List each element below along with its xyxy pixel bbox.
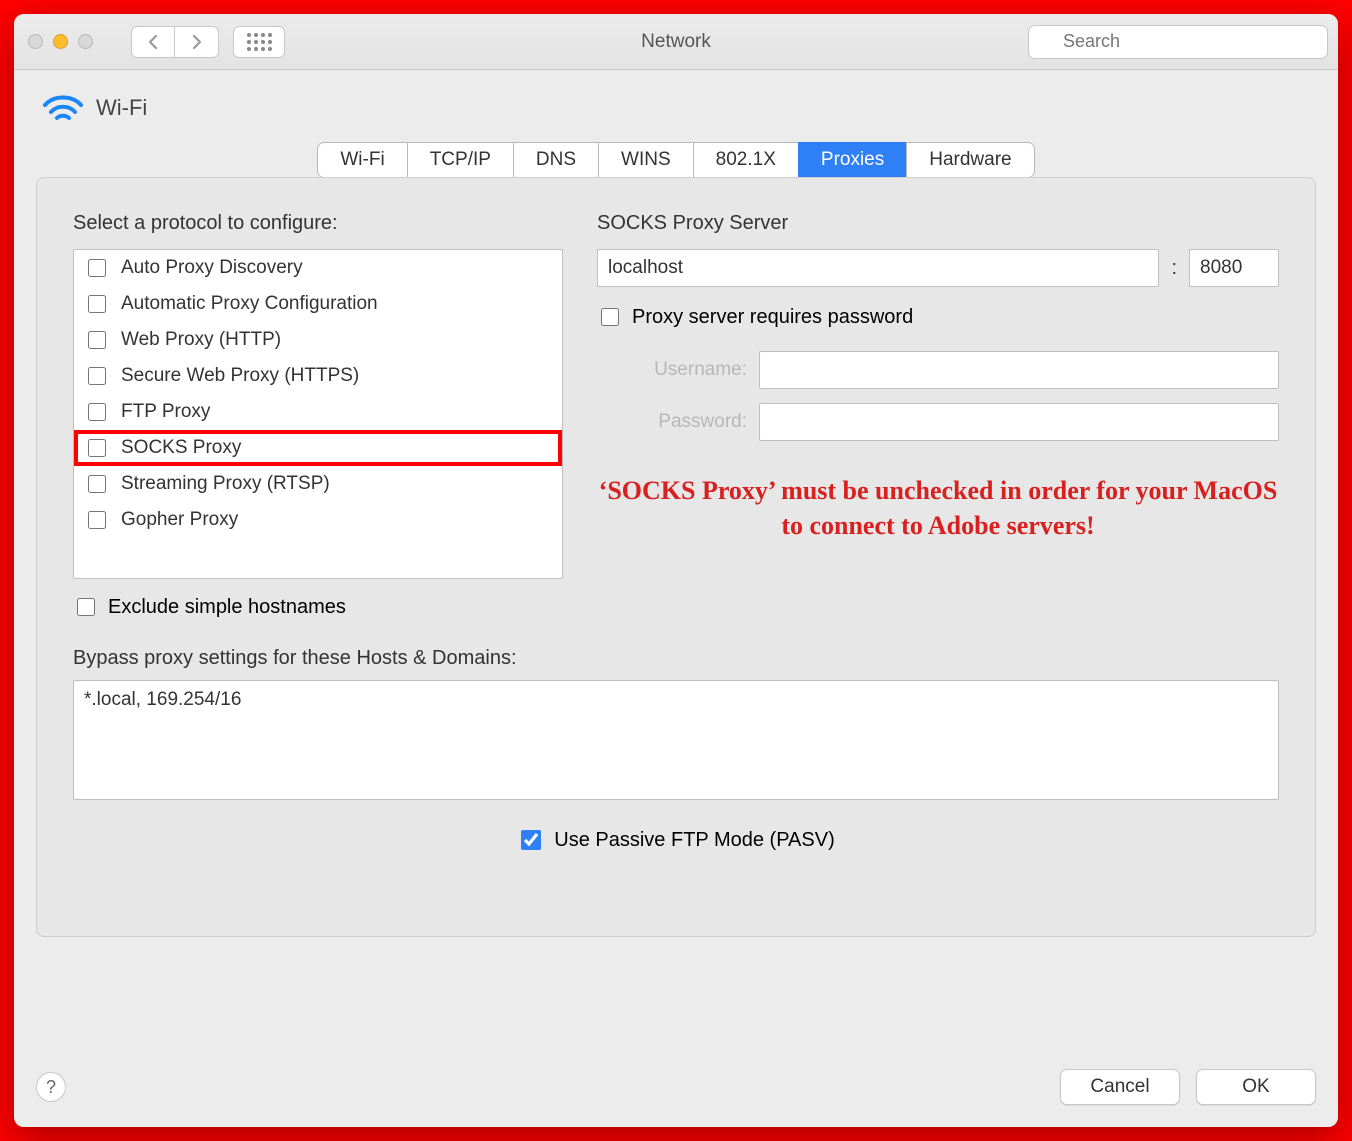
- panel-title: Wi-Fi: [96, 95, 147, 121]
- minimize-button[interactable]: [53, 34, 68, 49]
- pasv-label: Use Passive FTP Mode (PASV): [554, 829, 834, 852]
- exclude-simple-label: Exclude simple hostnames: [108, 596, 346, 619]
- protocol-label: Streaming Proxy (RTSP): [121, 473, 330, 495]
- proxies-panel: Select a protocol to configure: Auto Pro…: [36, 177, 1316, 937]
- protocol-checkbox[interactable]: [88, 259, 106, 277]
- tab-wins[interactable]: WINS: [598, 142, 694, 178]
- protocol-item[interactable]: SOCKS Proxy: [74, 430, 562, 466]
- protocol-checkbox[interactable]: [88, 439, 106, 457]
- tab-hardware[interactable]: Hardware: [906, 142, 1034, 178]
- traffic-lights: [28, 34, 93, 49]
- proxy-host-input[interactable]: [597, 249, 1159, 287]
- password-label: Password:: [597, 411, 747, 433]
- protocol-label: Gopher Proxy: [121, 509, 238, 531]
- back-button[interactable]: [131, 26, 175, 58]
- protocol-label: SOCKS Proxy: [121, 437, 241, 459]
- protocol-label: Secure Web Proxy (HTTPS): [121, 365, 359, 387]
- cancel-button[interactable]: Cancel: [1060, 1069, 1180, 1105]
- username-label: Username:: [597, 359, 747, 381]
- forward-button[interactable]: [175, 26, 219, 58]
- protocol-item[interactable]: Web Proxy (HTTP): [74, 322, 562, 358]
- bypass-label: Bypass proxy settings for these Hosts & …: [73, 647, 1279, 670]
- tab-bar: Wi-FiTCP/IPDNSWINS802.1XProxiesHardware: [36, 142, 1316, 178]
- protocol-checkbox[interactable]: [88, 475, 106, 493]
- protocol-checkbox[interactable]: [88, 403, 106, 421]
- protocol-select-label: Select a protocol to configure:: [73, 212, 563, 235]
- password-input[interactable]: [759, 403, 1279, 441]
- help-button[interactable]: ?: [36, 1072, 66, 1102]
- protocol-checkbox[interactable]: [88, 331, 106, 349]
- grid-icon: [247, 33, 272, 51]
- protocol-checkbox[interactable]: [88, 295, 106, 313]
- annotation-text: ‘SOCKS Proxy’ must be unchecked in order…: [597, 473, 1279, 543]
- protocol-list[interactable]: Auto Proxy Discovery Automatic Proxy Conf…: [73, 249, 563, 579]
- tab-wi-fi[interactable]: Wi-Fi: [317, 142, 407, 178]
- bypass-textarea[interactable]: [73, 680, 1279, 800]
- window-content: Wi-Fi Wi-FiTCP/IPDNSWINS802.1XProxiesHar…: [14, 70, 1338, 1127]
- proxy-port-input[interactable]: [1189, 249, 1279, 287]
- proxy-server-label: SOCKS Proxy Server: [597, 212, 1279, 235]
- protocol-label: Web Proxy (HTTP): [121, 329, 281, 351]
- requires-password-checkbox[interactable]: [601, 308, 619, 326]
- ok-button[interactable]: OK: [1196, 1069, 1316, 1105]
- protocol-checkbox[interactable]: [88, 511, 106, 529]
- protocol-label: Auto Proxy Discovery: [121, 257, 303, 279]
- preferences-window: Network Wi-: [14, 14, 1338, 1127]
- zoom-button[interactable]: [78, 34, 93, 49]
- protocol-checkbox[interactable]: [88, 367, 106, 385]
- window-toolbar: Network: [14, 14, 1338, 70]
- chevron-left-icon: [147, 34, 159, 50]
- protocol-label: FTP Proxy: [121, 401, 210, 423]
- window-title: Network: [641, 31, 711, 53]
- protocol-item[interactable]: Secure Web Proxy (HTTPS): [74, 358, 562, 394]
- show-all-button[interactable]: [233, 26, 285, 58]
- protocol-item[interactable]: FTP Proxy: [74, 394, 562, 430]
- tab-proxies[interactable]: Proxies: [798, 142, 907, 178]
- pasv-checkbox[interactable]: [521, 830, 541, 850]
- chevron-right-icon: [191, 34, 203, 50]
- host-port-separator: :: [1171, 257, 1177, 280]
- requires-password-label: Proxy server requires password: [632, 306, 913, 329]
- protocol-item[interactable]: Streaming Proxy (RTSP): [74, 466, 562, 502]
- exclude-simple-checkbox[interactable]: [77, 598, 95, 616]
- username-input[interactable]: [759, 351, 1279, 389]
- tab-dns[interactable]: DNS: [513, 142, 599, 178]
- protocol-item[interactable]: Auto Proxy Discovery: [74, 250, 562, 286]
- close-button[interactable]: [28, 34, 43, 49]
- protocol-item[interactable]: Gopher Proxy: [74, 502, 562, 538]
- protocol-item[interactable]: Automatic Proxy Configuration: [74, 286, 562, 322]
- search-input[interactable]: [1028, 25, 1328, 59]
- tab-802-1x[interactable]: 802.1X: [693, 142, 799, 178]
- protocol-label: Automatic Proxy Configuration: [121, 293, 378, 315]
- tab-tcp-ip[interactable]: TCP/IP: [407, 142, 514, 178]
- wifi-icon: [42, 92, 84, 124]
